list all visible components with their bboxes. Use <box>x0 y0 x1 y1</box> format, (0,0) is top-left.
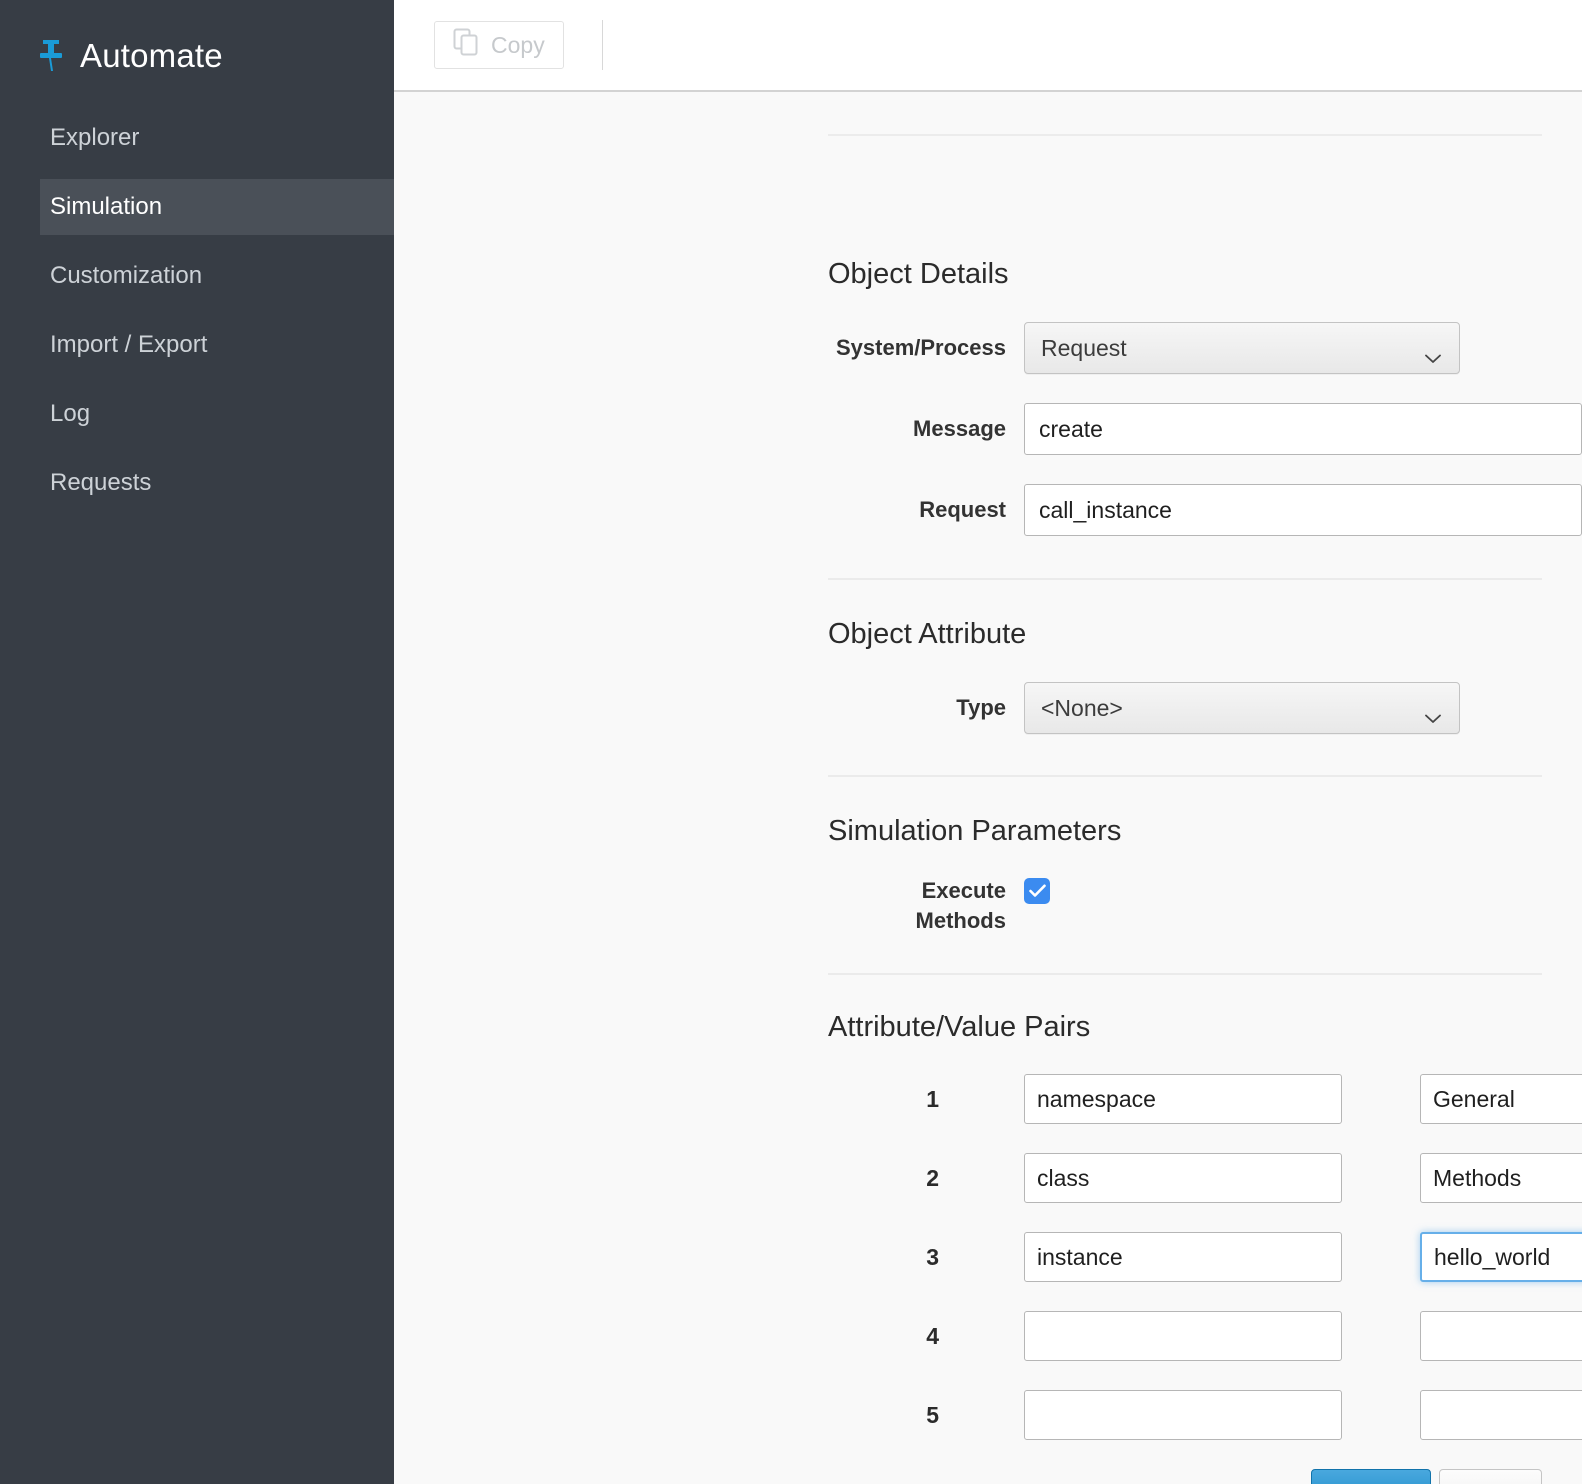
request-input[interactable] <box>1024 484 1582 536</box>
section-divider-1 <box>828 578 1542 580</box>
sidebar-item-customization[interactable]: Customization <box>0 248 394 304</box>
form-body: Object Details System/Process Request Me… <box>394 260 1582 1484</box>
section-title-simulation-parameters: Simulation Parameters <box>828 817 1582 846</box>
table-row: 2 <box>828 1153 1582 1203</box>
chevron-down-icon <box>1425 343 1441 353</box>
attribute-input-2[interactable] <box>1024 1153 1342 1203</box>
row-number: 1 <box>828 1086 1024 1113</box>
table-row: 1 <box>828 1074 1582 1124</box>
section-title-attribute-value-pairs: Attribute/Value Pairs <box>828 1013 1582 1042</box>
attribute-input-4[interactable] <box>1024 1311 1342 1361</box>
sidebar-item-explorer[interactable]: Explorer <box>0 110 394 166</box>
sidebar-item-label: Requests <box>50 469 151 497</box>
sidebar-nav: Explorer Simulation Customization Import… <box>0 110 394 511</box>
reset-button[interactable]: Reset <box>1439 1469 1542 1484</box>
message-label: Message <box>828 414 1024 444</box>
sidebar-item-label: Log <box>50 400 90 428</box>
chevron-down-icon <box>1425 703 1441 713</box>
brand: Automate <box>0 0 394 110</box>
attribute-input-1[interactable] <box>1024 1074 1342 1124</box>
submit-button[interactable]: Submit <box>1311 1469 1430 1484</box>
sidebar-item-requests[interactable]: Requests <box>0 455 394 511</box>
execute-methods-checkbox[interactable] <box>1024 878 1050 904</box>
brand-title: Automate <box>80 39 223 72</box>
row-number: 4 <box>828 1323 1024 1350</box>
pin-icon <box>36 36 66 74</box>
application-window: Automate Explorer Simulation Customizati… <box>0 0 1582 1484</box>
section-title-object-details: Object Details <box>828 260 1582 289</box>
value-input-4[interactable] <box>1420 1311 1582 1361</box>
form-scroll-area[interactable]: Object Details System/Process Request Me… <box>394 92 1582 1484</box>
field-row-type: Type <None> <box>828 682 1582 734</box>
field-row-message: Message <box>828 403 1582 455</box>
row-number: 3 <box>828 1244 1024 1271</box>
field-row-system-process: System/Process Request <box>828 322 1582 374</box>
field-row-execute-methods: Execute Methods <box>828 876 1582 935</box>
form-actions: Submit Reset <box>828 1469 1582 1484</box>
row-number: 2 <box>828 1165 1024 1192</box>
section-divider-2 <box>828 775 1542 777</box>
system-process-select[interactable]: Request <box>1024 322 1460 374</box>
copy-icon <box>453 28 479 62</box>
sidebar-item-log[interactable]: Log <box>0 386 394 442</box>
value-input-3[interactable] <box>1420 1232 1582 1282</box>
attribute-input-5[interactable] <box>1024 1390 1342 1440</box>
value-input-1[interactable] <box>1420 1074 1582 1124</box>
message-input[interactable] <box>1024 403 1582 455</box>
table-row: 3 <box>828 1232 1582 1282</box>
table-row: 5 <box>828 1390 1582 1440</box>
field-row-request: Request <box>828 484 1582 536</box>
table-row: 4 <box>828 1311 1582 1361</box>
copy-button[interactable]: Copy <box>434 21 564 69</box>
system-process-value: Request <box>1041 335 1127 362</box>
sidebar-item-label: Explorer <box>50 124 139 152</box>
value-input-2[interactable] <box>1420 1153 1582 1203</box>
request-label: Request <box>828 495 1024 525</box>
row-number: 5 <box>828 1402 1024 1429</box>
copy-button-label: Copy <box>491 32 545 59</box>
section-divider-3 <box>828 973 1542 975</box>
content-area: Copy Object Details System/Process Reque… <box>394 0 1582 1484</box>
sidebar-item-import-export[interactable]: Import / Export <box>0 317 394 373</box>
type-select[interactable]: <None> <box>1024 682 1460 734</box>
sidebar-item-simulation[interactable]: Simulation <box>40 179 394 235</box>
section-title-object-attribute: Object Attribute <box>828 620 1582 649</box>
sidebar-item-label: Simulation <box>50 193 162 221</box>
top-divider <box>828 134 1542 136</box>
type-value: <None> <box>1041 695 1123 722</box>
attribute-input-3[interactable] <box>1024 1232 1342 1282</box>
system-process-label: System/Process <box>828 333 1024 363</box>
type-label: Type <box>828 693 1024 723</box>
execute-methods-label: Execute Methods <box>828 876 1024 935</box>
toolbar-divider <box>602 20 603 70</box>
toolbar: Copy <box>394 0 1582 92</box>
sidebar-item-label: Customization <box>50 262 202 290</box>
sidebar-item-label: Import / Export <box>50 331 207 359</box>
value-input-5[interactable] <box>1420 1390 1582 1440</box>
sidebar: Automate Explorer Simulation Customizati… <box>0 0 394 1484</box>
